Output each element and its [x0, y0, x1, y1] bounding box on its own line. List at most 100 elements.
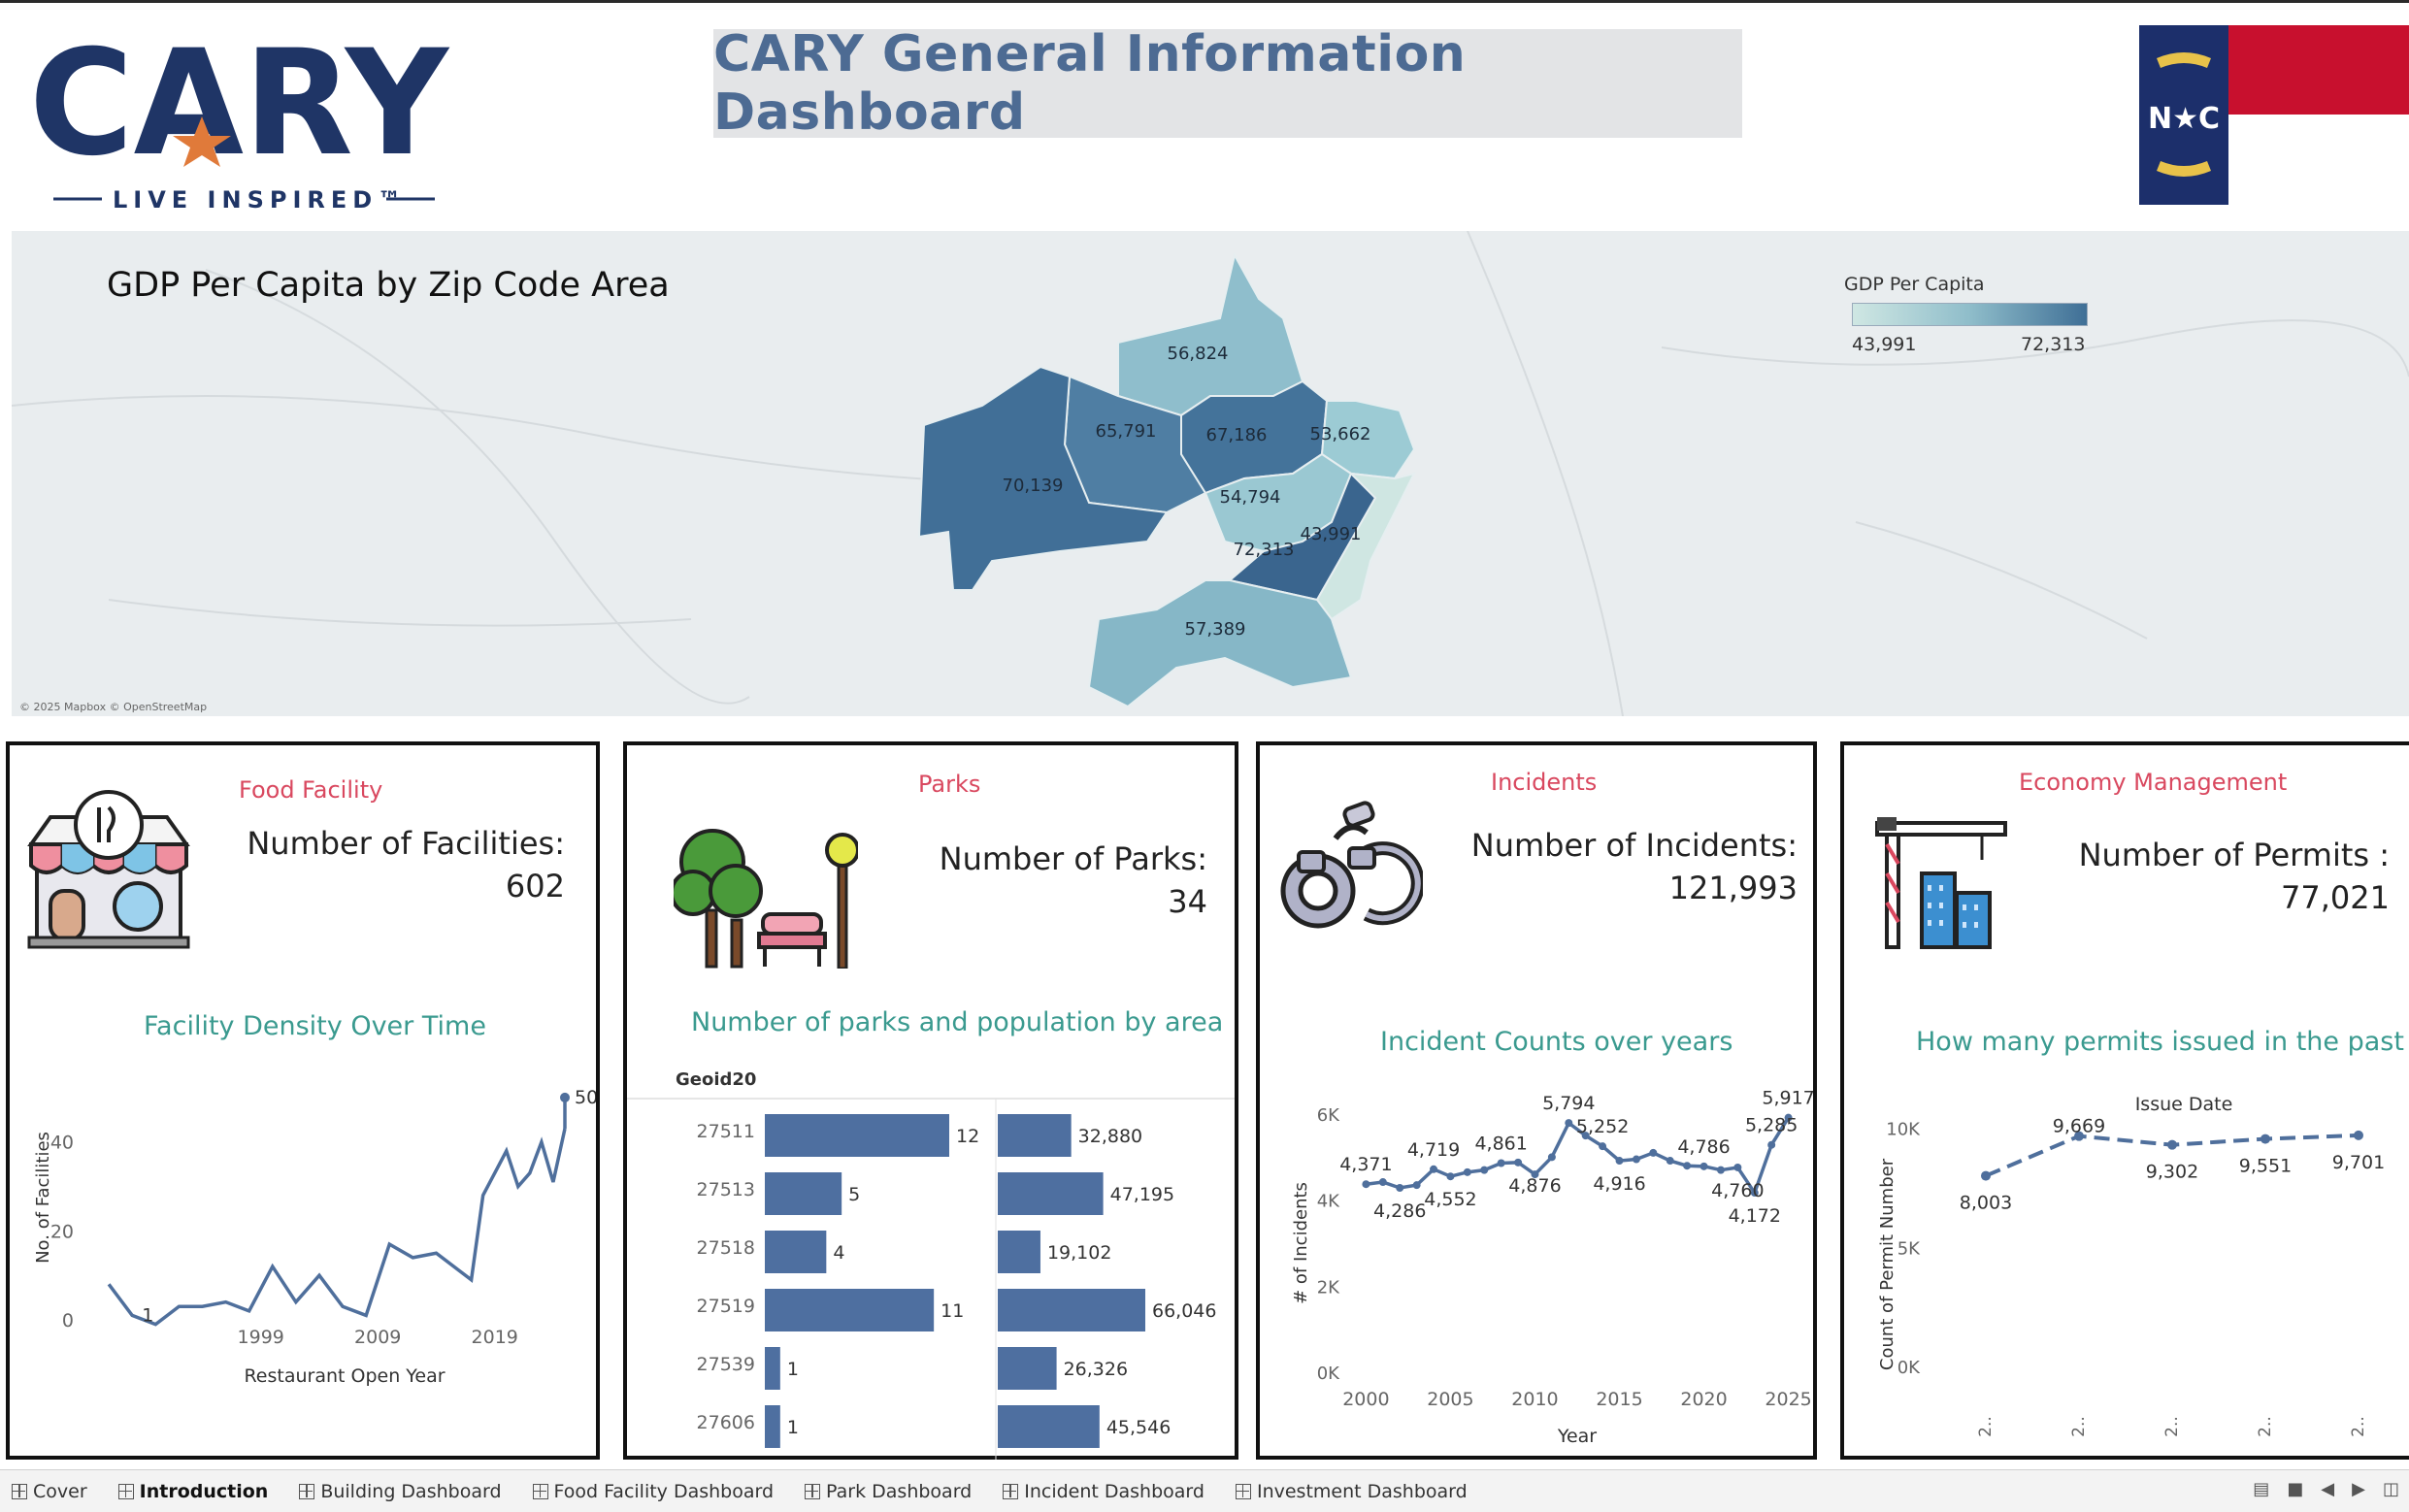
metric-value: 34	[1168, 883, 1207, 920]
category-label: 27511	[697, 1121, 755, 1142]
tab-incident-dashboard[interactable]: Incident Dashboard	[1003, 1481, 1204, 1502]
metric-value: 602	[505, 868, 565, 904]
data-point	[1666, 1157, 1674, 1166]
filmstrip-view-icon[interactable]: ▤	[2253, 1479, 2269, 1499]
tab-navigation-controls: ▤ ■ ◀ ▶ ◫	[2253, 1479, 2399, 1499]
logo-tagline: LIVE INSPIRED™	[113, 186, 407, 214]
dashboard-grid-icon	[1235, 1483, 1251, 1499]
tab-introduction[interactable]: Introduction	[117, 1481, 268, 1502]
chart-title: Incident Counts over years	[1380, 1027, 1733, 1057]
data-label: 4,760	[1711, 1180, 1764, 1201]
map-attribution[interactable]: © 2025 Mapbox © OpenStreetMap	[19, 701, 207, 713]
population-bar	[998, 1172, 1104, 1215]
previous-sheet-icon[interactable]: ◀	[2321, 1479, 2334, 1499]
chart-title: Facility Density Over Time	[144, 1011, 486, 1041]
nc-flag-icon: N★C	[2139, 25, 2409, 205]
y-tick-label: 0K	[1317, 1364, 1340, 1384]
data-point	[2354, 1130, 2363, 1140]
x-tick-label: 1999	[238, 1327, 284, 1348]
y-axis-title: Count of Permit Number	[1877, 1158, 1898, 1370]
card-heading: Incidents	[1491, 769, 1598, 796]
region-label: 43,991	[1301, 524, 1362, 544]
population-bar	[998, 1231, 1040, 1273]
x-tick-label: 2..	[1976, 1416, 1996, 1437]
data-point	[1430, 1165, 1438, 1173]
data-point	[1599, 1142, 1607, 1151]
construction-crane-icon	[1875, 817, 2007, 949]
y-tick-label: 0K	[1898, 1358, 1921, 1378]
dashboard-title: CARY General Information Dashboard	[713, 25, 1467, 142]
tab-food-facility-dashboard[interactable]: Food Facility Dashboard	[532, 1481, 774, 1502]
top-border	[0, 0, 2409, 3]
data-point	[1767, 1140, 1776, 1149]
tab-investment-dashboard[interactable]: Investment Dashboard	[1235, 1481, 1468, 1502]
food-facility-card[interactable]: Food Facility Number of Facilities: 602 …	[6, 741, 600, 1460]
parks-card[interactable]: Parks Number of Parks: 34 Number of park…	[623, 741, 1238, 1460]
category-label: 27519	[697, 1296, 755, 1317]
data-label: 9,551	[2239, 1156, 2292, 1177]
metric-label: Number of Parks:	[939, 840, 1207, 877]
metric-label: Number of Permits :	[2078, 837, 2390, 873]
tab-view-icon[interactable]: ■	[2287, 1479, 2303, 1499]
bar-value-label: 32,880	[1078, 1126, 1142, 1147]
chart-title: Number of parks and population by area	[691, 1007, 1224, 1037]
dashboard-grid-icon	[117, 1483, 134, 1499]
y-tick-label: 2K	[1317, 1277, 1340, 1298]
x-tick-label: 2015	[1596, 1389, 1642, 1410]
next-sheet-icon[interactable]: ▶	[2352, 1479, 2365, 1499]
x-tick-label: 2020	[1680, 1389, 1727, 1410]
y-tick-label: 10K	[1886, 1120, 1921, 1140]
x-tick-label: 2010	[1511, 1389, 1558, 1410]
x-axis-title: Issue Date	[2135, 1094, 2233, 1115]
data-label: 4,286	[1373, 1200, 1426, 1222]
data-label: 4,371	[1339, 1154, 1392, 1175]
data-label: 4,876	[1508, 1175, 1561, 1197]
population-bar	[998, 1405, 1100, 1448]
region-57389	[1087, 579, 1353, 708]
data-point	[1565, 1119, 1573, 1128]
card-heading: Economy Management	[2019, 769, 2288, 796]
handcuffs-icon	[1280, 801, 1423, 929]
region-label: 65,791	[1096, 421, 1157, 442]
data-label: 4,916	[1593, 1173, 1645, 1195]
y-tick-label: 0	[62, 1310, 74, 1331]
y-tick-label: 6K	[1317, 1105, 1340, 1126]
data-point	[2167, 1139, 2177, 1150]
data-point	[1981, 1170, 1991, 1181]
park-count-bar	[765, 1114, 949, 1157]
incidents-card[interactable]: Incidents Number of Incidents: 121,993 I…	[1256, 741, 1817, 1460]
facility-density-chart[interactable]: 0 20 40 1999 2009 2019 No. of Facilities Restau…	[10, 1046, 596, 1456]
data-point	[1463, 1167, 1471, 1176]
bar-value-label: 4	[833, 1242, 844, 1264]
category-label: 27513	[697, 1179, 755, 1200]
economy-management-card[interactable]: Economy Management Number of Permits : 7…	[1840, 741, 2409, 1460]
data-point	[1362, 1180, 1370, 1189]
data-label: 4,552	[1424, 1189, 1476, 1210]
permits-issued-chart[interactable]: Issue Date 0K 5K 10K Count of Permit Number 8…	[1844, 1075, 2409, 1456]
data-label: 5,917	[1762, 1088, 1813, 1109]
gdp-map-panel[interactable]: 56,824 65,791 67,186 53,662 70,139 54,79…	[12, 231, 2409, 716]
data-point	[1480, 1166, 1489, 1174]
tab-cover[interactable]: Cover	[12, 1481, 87, 1502]
y-tick-label: 5K	[1898, 1238, 1921, 1259]
parks-population-chart[interactable]: Geoid20 27511 12 32,880 27513 5 47,195 27518 4 19…	[627, 1054, 1235, 1460]
data-label: 4,861	[1474, 1133, 1527, 1154]
region-56824	[1117, 252, 1304, 417]
population-bar	[998, 1289, 1145, 1331]
x-tick-label: 2025	[1765, 1389, 1811, 1410]
bar-value-label: 66,046	[1152, 1300, 1216, 1322]
park-icon	[674, 829, 858, 969]
flag-letters: N★C	[2148, 102, 2220, 136]
incident-counts-chart[interactable]: 0K 2K 4K 6K 2000 2005 2010 2015 2020 2025 # of Inc…	[1260, 1066, 1813, 1456]
facility-density-line	[107, 1128, 567, 1327]
tab-building-dashboard[interactable]: Building Dashboard	[299, 1481, 502, 1502]
data-label: 9,669	[2053, 1116, 2105, 1137]
park-count-bar	[765, 1289, 935, 1331]
tab-park-dashboard[interactable]: Park Dashboard	[805, 1481, 972, 1502]
present-icon[interactable]: ◫	[2383, 1479, 2399, 1499]
region-label: 72,313	[1234, 540, 1295, 560]
y-tick-label: 40	[50, 1133, 74, 1154]
data-point	[1615, 1157, 1624, 1166]
region-label: 53,662	[1310, 424, 1371, 444]
data-label: 9,302	[2146, 1162, 2198, 1183]
